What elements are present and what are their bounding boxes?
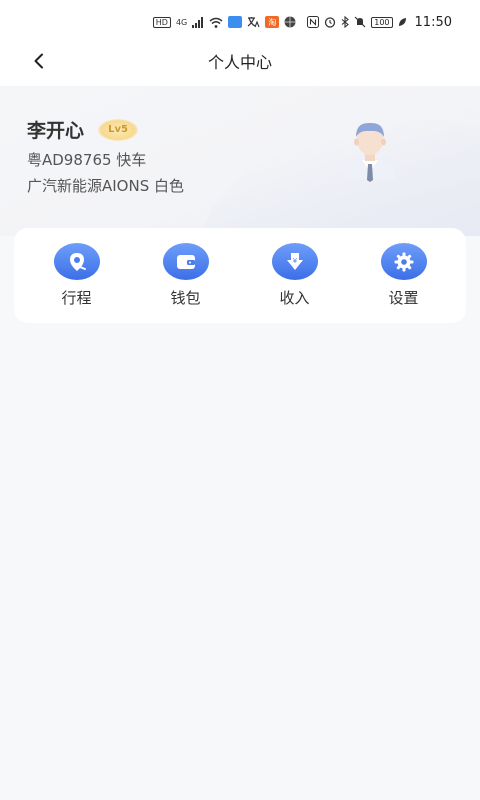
- profile-header: 李开心 Lv5 粤AD98765 快车 广汽新能源AIONS 白色: [0, 86, 480, 236]
- header-decoration: [184, 87, 480, 236]
- signal-icon: [192, 16, 204, 28]
- driver-avatar-icon: [344, 122, 396, 182]
- vehicle-plate: 粤AD98765 快车: [27, 151, 147, 169]
- menu-item-wallet[interactable]: 钱包: [141, 243, 231, 308]
- avatar[interactable]: [338, 118, 402, 186]
- bluetooth-icon: [341, 16, 350, 28]
- taobao-icon: 淘: [265, 16, 280, 28]
- wifi-icon: [209, 16, 223, 28]
- taobao-label: 淘: [268, 17, 277, 27]
- app-notification-icon: [228, 16, 243, 28]
- level-label: Lv5: [108, 124, 128, 135]
- battery-indicator: 100: [371, 16, 393, 28]
- hd-indicator: HD: [152, 16, 171, 28]
- level-badge: Lv5: [98, 117, 139, 143]
- menu-label-trips: 行程: [61, 289, 92, 307]
- wallet-icon: [162, 243, 209, 280]
- svg-text:¥: ¥: [292, 257, 297, 265]
- location-pin-icon: [53, 243, 100, 280]
- basketball-icon: [284, 16, 296, 28]
- page-title: 个人中心: [207, 53, 272, 72]
- income-icon: ¥: [271, 243, 318, 280]
- gear-icon: [380, 243, 427, 280]
- status-icons: HD 4G 淘 100: [152, 16, 407, 28]
- clock: 11:50: [414, 14, 452, 30]
- menu-label-settings: 设置: [388, 289, 419, 307]
- user-name: 李开心: [27, 120, 85, 142]
- leaf-icon: [398, 16, 407, 28]
- alarm-icon: [324, 16, 336, 28]
- mute-icon: [354, 16, 366, 28]
- network-type: 4G: [175, 17, 188, 27]
- chevron-left-icon: [34, 53, 43, 69]
- vehicle-model: 广汽新能源AIONS 白色: [27, 177, 185, 195]
- menu-item-trips[interactable]: 行程: [32, 243, 122, 308]
- nav-bar: 个人中心: [0, 36, 480, 86]
- nfc-icon: [307, 16, 320, 28]
- quick-menu-card: 行程 钱包 ¥ 收入 设置: [14, 228, 466, 323]
- back-button[interactable]: [24, 46, 54, 76]
- menu-label-wallet: 钱包: [170, 289, 201, 307]
- menu-label-income: 收入: [279, 289, 310, 307]
- translate-icon: [247, 16, 260, 28]
- user-name-row: 李开心 Lv5: [27, 116, 139, 143]
- menu-item-income[interactable]: ¥ 收入: [250, 243, 340, 308]
- menu-item-settings[interactable]: 设置: [359, 243, 449, 308]
